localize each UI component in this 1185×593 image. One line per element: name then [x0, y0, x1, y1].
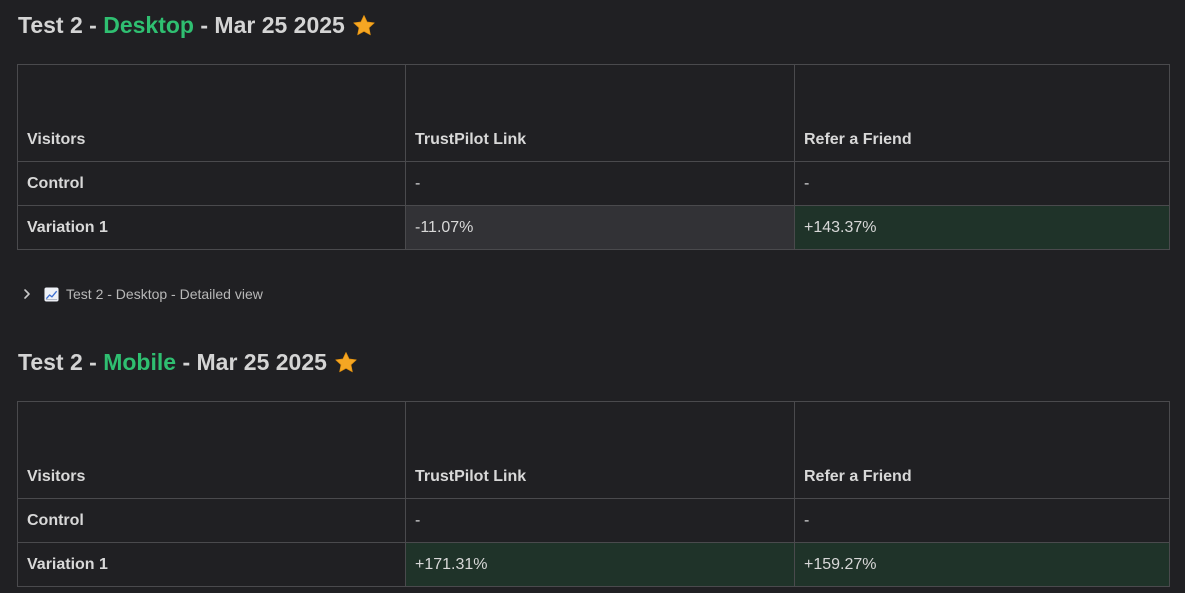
- chevron-right-icon[interactable]: [20, 287, 34, 301]
- table-header-row: Visitors TrustPilot Link Refer a Friend: [17, 64, 1170, 162]
- section-heading-desktop: Test 2 - Desktop - Mar 25 2025: [18, 12, 377, 39]
- table-row: Variation 1 -11.07% +143.37%: [17, 205, 1170, 250]
- column-header-visitors: Visitors: [17, 64, 406, 162]
- detailed-view-label[interactable]: Test 2 - Desktop - Detailed view: [66, 286, 263, 302]
- star-icon: [353, 14, 375, 35]
- cell-refer: +143.37%: [794, 205, 1170, 250]
- results-table-desktop: Visitors TrustPilot Link Refer a Friend …: [17, 64, 1170, 250]
- cell-refer: +159.27%: [794, 542, 1170, 587]
- table-row: Control - -: [17, 498, 1170, 543]
- cell-trustpilot: +171.31%: [405, 542, 795, 587]
- row-label-control: Control: [17, 161, 406, 206]
- row-label-variation-1: Variation 1: [17, 542, 406, 587]
- cell-trustpilot: -: [405, 161, 795, 206]
- heading-prefix: Test 2 -: [18, 349, 97, 375]
- heading-suffix: - Mar 25 2025: [200, 12, 345, 38]
- detailed-view-toggle[interactable]: Test 2 - Desktop - Detailed view: [20, 286, 263, 302]
- star-icon: [335, 351, 357, 372]
- cell-refer: -: [794, 161, 1170, 206]
- section-heading-mobile: Test 2 - Mobile - Mar 25 2025: [18, 349, 359, 376]
- heading-prefix: Test 2 -: [18, 12, 97, 38]
- row-label-control: Control: [17, 498, 406, 543]
- heading-accent: Mobile: [103, 349, 177, 375]
- column-header-refer: Refer a Friend: [794, 401, 1170, 499]
- column-header-trustpilot: TrustPilot Link: [405, 401, 795, 499]
- table-row: Variation 1 +171.31% +159.27%: [17, 542, 1170, 587]
- column-header-trustpilot: TrustPilot Link: [405, 64, 795, 162]
- heading-accent: Desktop: [103, 12, 194, 38]
- cell-trustpilot: -: [405, 498, 795, 543]
- results-table-mobile: Visitors TrustPilot Link Refer a Friend …: [17, 401, 1170, 587]
- table-header-row: Visitors TrustPilot Link Refer a Friend: [17, 401, 1170, 499]
- cell-refer: -: [794, 498, 1170, 543]
- row-label-variation-1: Variation 1: [17, 205, 406, 250]
- chart-increasing-icon: [44, 286, 59, 302]
- column-header-visitors: Visitors: [17, 401, 406, 499]
- heading-suffix: - Mar 25 2025: [182, 349, 327, 375]
- table-row: Control - -: [17, 161, 1170, 206]
- column-header-refer: Refer a Friend: [794, 64, 1170, 162]
- cell-trustpilot: -11.07%: [405, 205, 795, 250]
